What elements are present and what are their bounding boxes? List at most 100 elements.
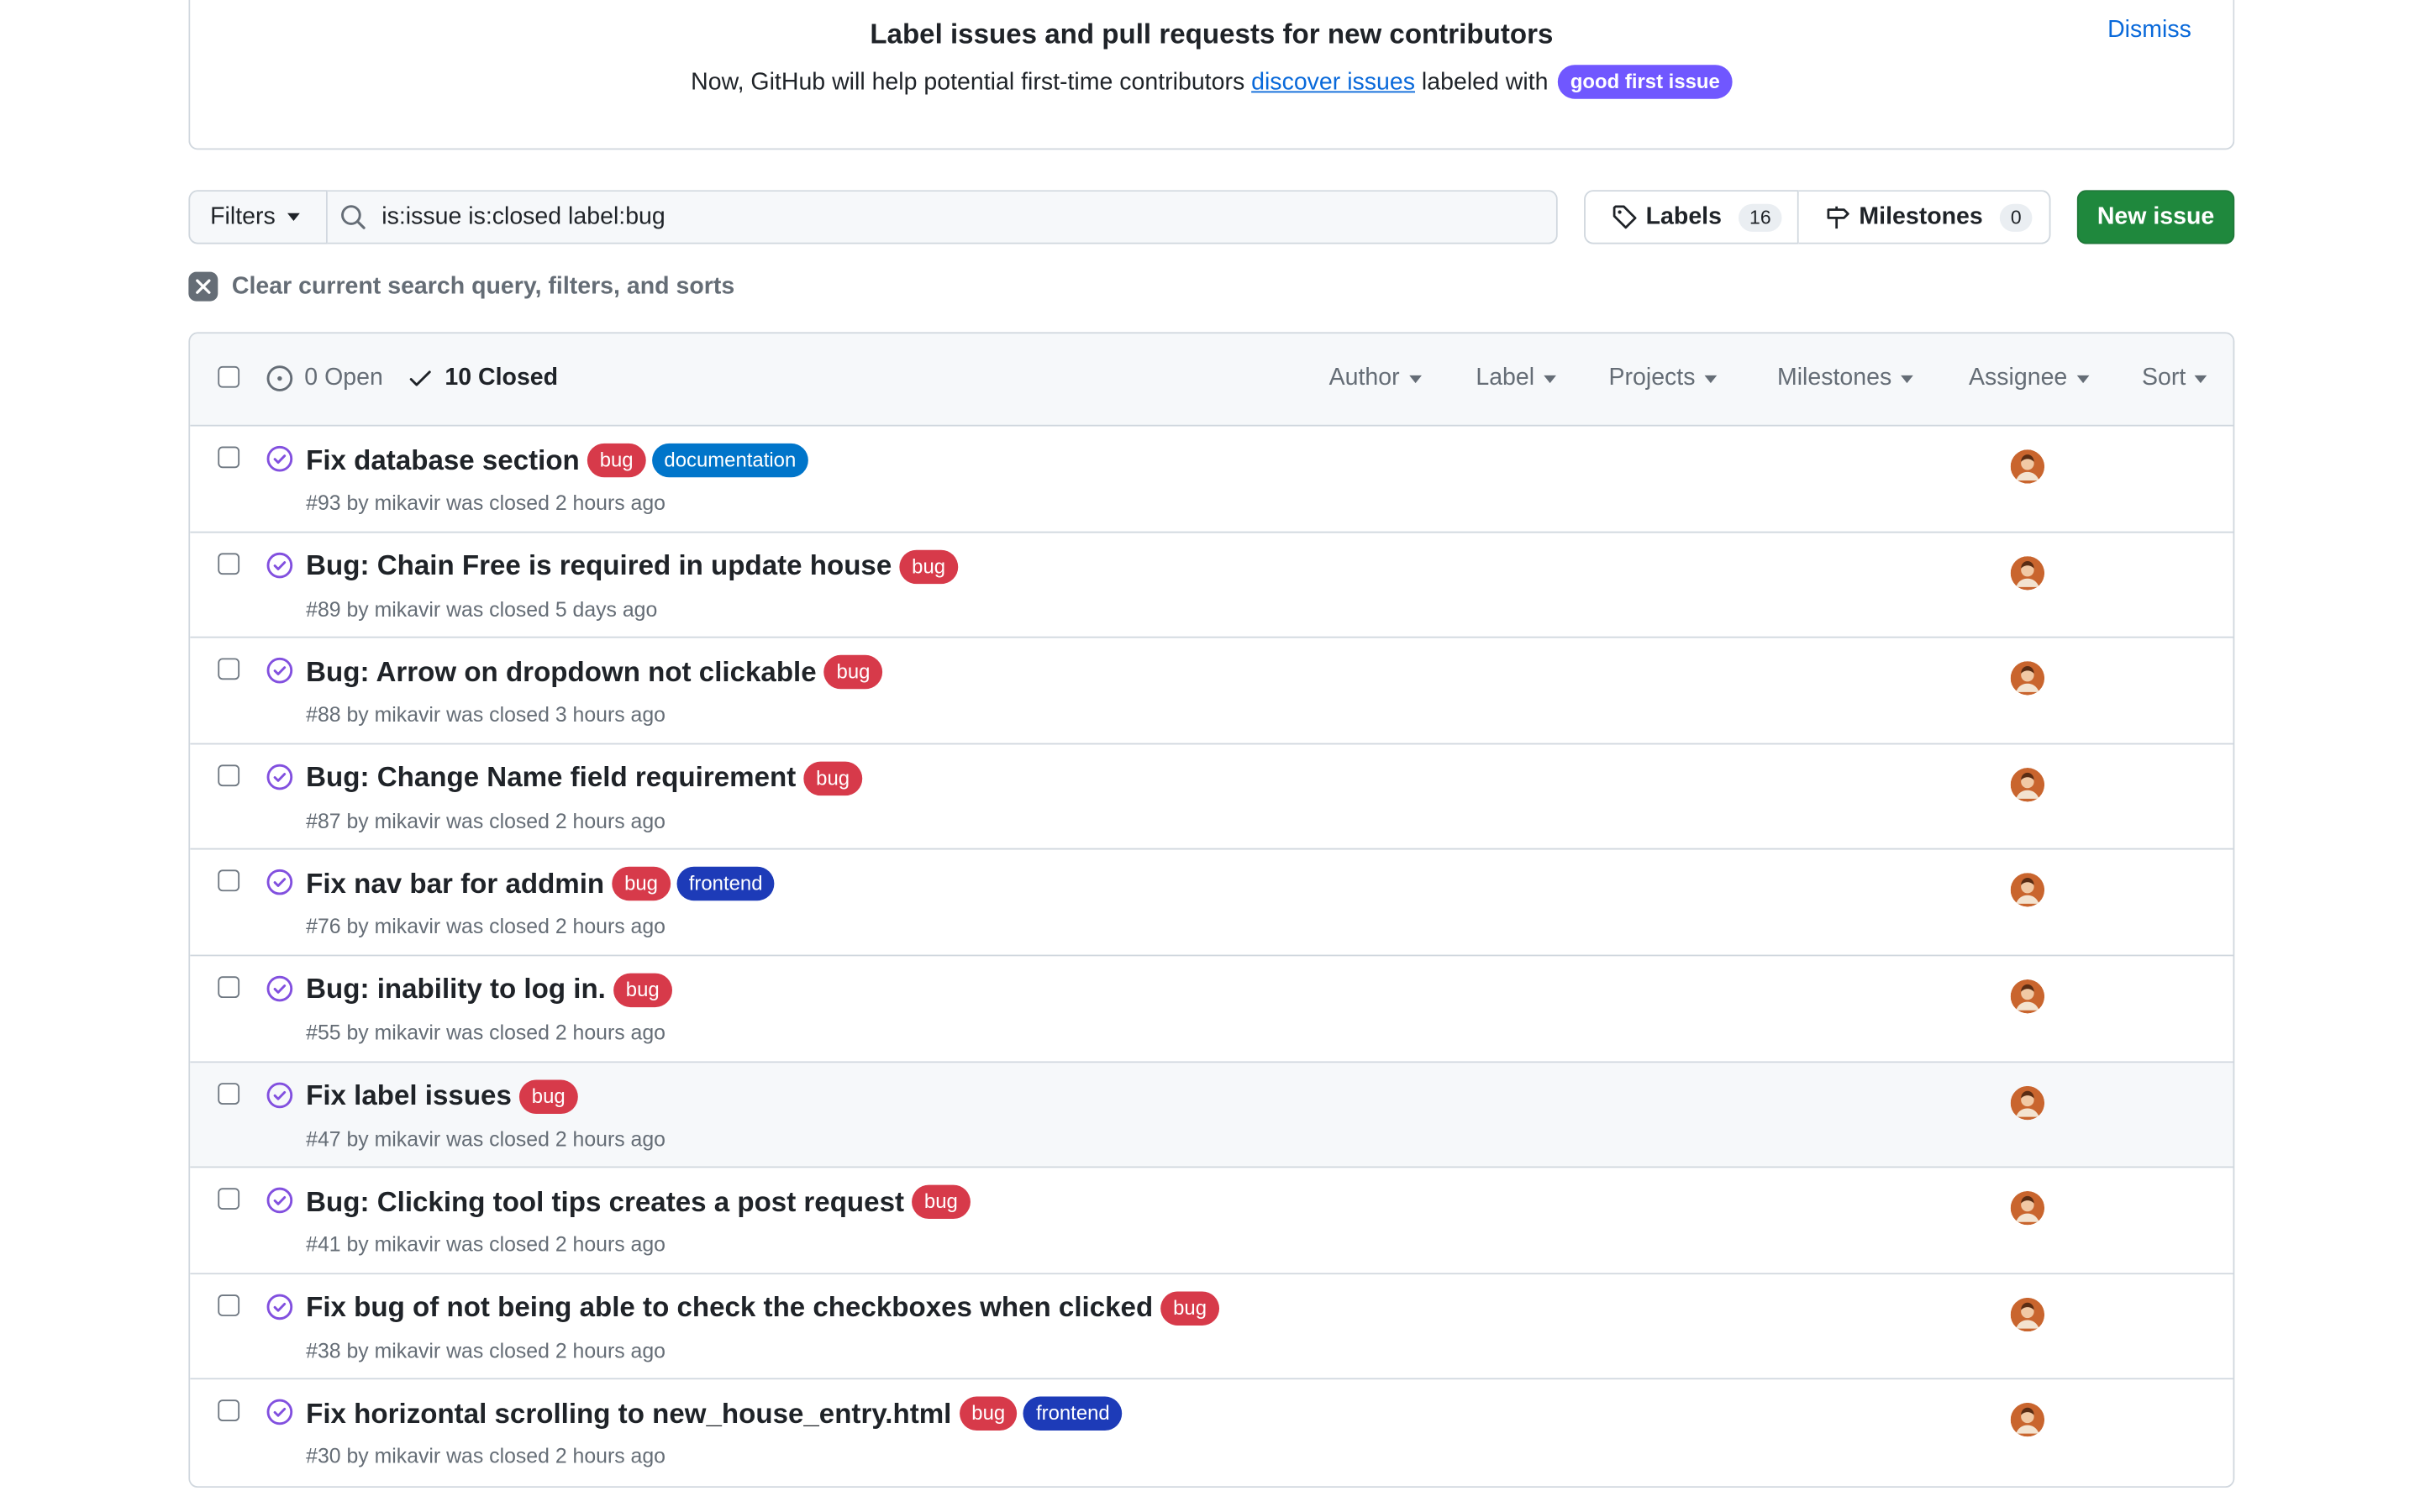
issue-rows: Fix database section bug documentation #93 … bbox=[190, 426, 2233, 1487]
issue-label[interactable]: bug bbox=[959, 1397, 1018, 1431]
assignee-avatar[interactable] bbox=[2010, 555, 2045, 590]
issue-meta: #87 by mikavir was closed 2 hours ago bbox=[306, 809, 666, 832]
labels-button[interactable]: Labels 16 bbox=[1584, 190, 1799, 244]
milestones-menu-label: Milestones bbox=[1776, 365, 1892, 391]
issue-title-link[interactable]: Fix database section bbox=[306, 444, 580, 477]
issue-row[interactable]: Bug: Change Name field requirement bug #87… bbox=[190, 744, 2233, 851]
issue-label[interactable]: bug bbox=[899, 549, 958, 584]
issue-row[interactable]: Fix nav bar for addmin bug frontend #76 by … bbox=[190, 850, 2233, 957]
caret-down-icon bbox=[287, 213, 301, 221]
issue-checkbox[interactable] bbox=[218, 1188, 240, 1210]
assignee-avatar[interactable] bbox=[2010, 767, 2045, 802]
caret-down-icon bbox=[1544, 374, 1556, 383]
issue-checkbox[interactable] bbox=[218, 1082, 240, 1105]
new-contributors-banner: Label issues and pull requests for new c… bbox=[188, 0, 2235, 150]
issue-label[interactable]: bug bbox=[587, 443, 646, 478]
discover-issues-link[interactable]: discover issues bbox=[1251, 70, 1415, 96]
issue-title-line: Bug: Chain Free is required in update ho… bbox=[306, 549, 958, 584]
milestones-label: Milestones bbox=[1859, 202, 1983, 230]
author-menu-label: Author bbox=[1328, 365, 1400, 391]
milestones-button[interactable]: Milestones 0 bbox=[1798, 190, 2051, 244]
sort-menu[interactable]: Sort bbox=[2141, 365, 2208, 392]
issue-closed-icon bbox=[266, 445, 293, 472]
issue-label[interactable]: documentation bbox=[651, 443, 808, 478]
issue-checkbox[interactable] bbox=[218, 870, 240, 892]
clear-filters-label: Clear current search query, filters, and… bbox=[231, 272, 735, 299]
assignee-avatar[interactable] bbox=[2010, 1297, 2045, 1331]
issue-closed-icon bbox=[266, 658, 293, 684]
issue-title-link[interactable]: Fix nav bar for addmin bbox=[306, 868, 604, 900]
issue-label[interactable]: bug bbox=[612, 867, 671, 901]
clear-filters-link[interactable]: Clear current search query, filters, and… bbox=[188, 271, 735, 302]
dismiss-button[interactable]: Dismiss bbox=[2107, 17, 2191, 45]
closed-filter[interactable]: 10 Closed bbox=[408, 365, 558, 392]
assignee-avatar[interactable] bbox=[2010, 873, 2045, 908]
issue-label[interactable]: bug bbox=[1160, 1291, 1219, 1326]
issue-checkbox[interactable] bbox=[218, 1399, 240, 1422]
caret-down-icon bbox=[2076, 374, 2090, 383]
issue-row[interactable]: Bug: Chain Free is required in update ho… bbox=[190, 532, 2233, 638]
issue-checkbox[interactable] bbox=[218, 1294, 240, 1316]
check-icon bbox=[409, 370, 431, 386]
issue-row[interactable]: Fix label issues bug #47 by mikavir was cl… bbox=[190, 1062, 2233, 1168]
issue-row[interactable]: Bug: Arrow on dropdown not clickable bug #… bbox=[190, 638, 2233, 745]
assignee-menu[interactable]: Assignee bbox=[1969, 365, 2090, 392]
issue-title-link[interactable]: Bug: Arrow on dropdown not clickable bbox=[306, 656, 817, 689]
issue-closed-icon bbox=[266, 764, 293, 790]
banner-title: Label issues and pull requests for new c… bbox=[870, 18, 1554, 50]
assignee-avatar[interactable] bbox=[2010, 449, 2045, 484]
projects-menu[interactable]: Projects bbox=[1609, 365, 1718, 392]
issue-label[interactable]: frontend bbox=[676, 867, 776, 901]
assignee-menu-label: Assignee bbox=[1969, 365, 2068, 391]
issue-title-link[interactable]: Bug: Change Name field requirement bbox=[306, 762, 796, 795]
issue-title-link[interactable]: Bug: Clicking tool tips creates a post r… bbox=[306, 1186, 904, 1219]
milestones-count: 0 bbox=[1999, 202, 2033, 231]
open-filter[interactable]: 0 Open bbox=[266, 365, 383, 392]
issue-row[interactable]: Fix database section bug documentation #93 … bbox=[190, 426, 2233, 533]
issue-label[interactable]: bug bbox=[803, 761, 862, 795]
issue-meta: #30 by mikavir was closed 2 hours ago bbox=[306, 1445, 666, 1468]
caret-down-icon bbox=[2195, 374, 2208, 383]
issue-checkbox[interactable] bbox=[218, 446, 240, 469]
issue-checkbox[interactable] bbox=[218, 976, 240, 999]
issue-title-line: Fix label issues bug bbox=[306, 1079, 578, 1114]
assignee-avatar[interactable] bbox=[2010, 661, 2045, 696]
issue-closed-icon bbox=[266, 552, 293, 578]
filters-dropdown-button[interactable]: Filters bbox=[188, 190, 328, 244]
author-menu[interactable]: Author bbox=[1329, 365, 1422, 392]
issue-row[interactable]: Fix horizontal scrolling to new_house_en… bbox=[190, 1379, 2233, 1487]
search-box[interactable] bbox=[327, 190, 1558, 244]
assignee-avatar[interactable] bbox=[2010, 1403, 2045, 1437]
issue-row[interactable]: Bug: Clicking tool tips creates a post r… bbox=[190, 1168, 2233, 1274]
label-menu[interactable]: Label bbox=[1476, 365, 1556, 392]
issue-label[interactable]: bug bbox=[912, 1184, 971, 1220]
new-issue-button[interactable]: New issue bbox=[2076, 190, 2235, 244]
issue-title-link[interactable]: Fix horizontal scrolling to new_house_en… bbox=[306, 1398, 951, 1431]
issue-row[interactable]: Bug: inability to log in. bug #55 by mikav… bbox=[190, 956, 2233, 1063]
assignee-avatar[interactable] bbox=[2010, 979, 2045, 1014]
issue-checkbox[interactable] bbox=[218, 658, 240, 680]
select-all-checkbox[interactable] bbox=[218, 365, 240, 388]
sort-menu-label: Sort bbox=[2141, 365, 2186, 391]
assignee-avatar[interactable] bbox=[2010, 1085, 2045, 1120]
milestones-menu[interactable]: Milestones bbox=[1777, 365, 1913, 392]
issue-checkbox[interactable] bbox=[218, 552, 240, 575]
issue-title-link[interactable]: Bug: Chain Free is required in update ho… bbox=[306, 550, 892, 583]
issue-label[interactable]: frontend bbox=[1023, 1397, 1123, 1431]
issue-meta: #41 by mikavir was closed 2 hours ago bbox=[306, 1232, 666, 1257]
good-first-issue-label[interactable]: good first issue bbox=[1558, 65, 1733, 99]
issue-label[interactable]: bug bbox=[519, 1079, 578, 1114]
issue-label[interactable]: bug bbox=[823, 655, 883, 690]
issue-closed-icon bbox=[266, 1399, 293, 1425]
issue-title-link[interactable]: Fix label issues bbox=[306, 1080, 512, 1113]
issue-title-link[interactable]: Bug: inability to log in. bbox=[306, 974, 606, 1006]
assignee-avatar[interactable] bbox=[2010, 1191, 2045, 1226]
issue-title-link[interactable]: Fix bug of not being able to check the c… bbox=[306, 1292, 1153, 1325]
search-input[interactable] bbox=[381, 202, 1464, 231]
issue-title-line: Bug: Clicking tool tips creates a post r… bbox=[306, 1184, 971, 1220]
issue-meta: #89 by mikavir was closed 5 days ago bbox=[306, 596, 658, 621]
issue-row[interactable]: Fix bug of not being able to check the c… bbox=[190, 1273, 2233, 1380]
issue-checkbox[interactable] bbox=[218, 764, 240, 786]
issue-label[interactable]: bug bbox=[613, 973, 672, 1008]
projects-menu-label: Projects bbox=[1608, 365, 1696, 391]
